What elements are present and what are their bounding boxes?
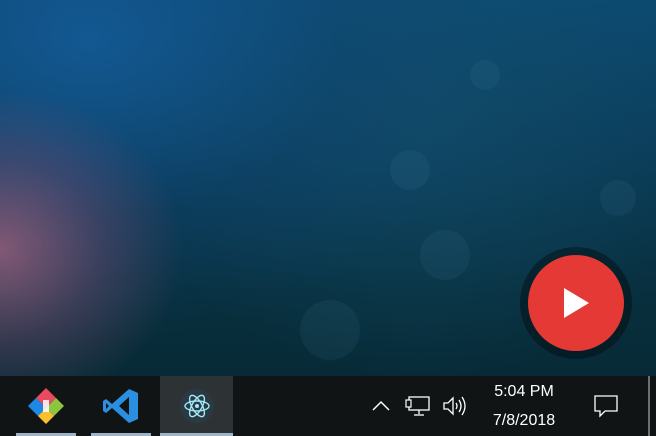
taskbar-app-vscode[interactable]: [91, 376, 151, 436]
play-button-circle: [528, 255, 624, 351]
tray-network-button[interactable]: [402, 376, 434, 436]
play-icon: [564, 288, 589, 318]
bokeh-light: [300, 300, 360, 360]
network-wired-icon: [405, 396, 430, 416]
taskbar-app-electron[interactable]: [160, 376, 233, 436]
desktop-wallpaper: [0, 0, 656, 376]
clock-date: 7/8/2018: [492, 412, 556, 429]
system-clock[interactable]: 5:04 PM 7/8/2018: [472, 376, 576, 436]
vscode-icon: [103, 389, 138, 423]
speaker-volume-icon: [443, 396, 466, 416]
tray-overflow-button[interactable]: [368, 376, 394, 436]
bokeh-light: [420, 230, 470, 280]
play-button[interactable]: [520, 247, 632, 359]
bokeh-light: [470, 60, 500, 90]
bokeh-light: [390, 150, 430, 190]
show-desktop-button[interactable]: [648, 376, 650, 436]
electron-atom-icon: [179, 389, 214, 423]
colorful-diamond-app-icon: [28, 388, 64, 424]
taskbar-app-pinned[interactable]: [16, 376, 76, 436]
action-center-button[interactable]: [588, 376, 624, 436]
taskbar: 5:04 PM 7/8/2018: [0, 376, 656, 436]
chevron-up-icon: [372, 400, 390, 411]
action-center-icon: [594, 395, 618, 418]
tray-volume-button[interactable]: [439, 376, 471, 436]
clock-time: 5:04 PM: [494, 383, 554, 400]
bokeh-light: [600, 180, 636, 216]
